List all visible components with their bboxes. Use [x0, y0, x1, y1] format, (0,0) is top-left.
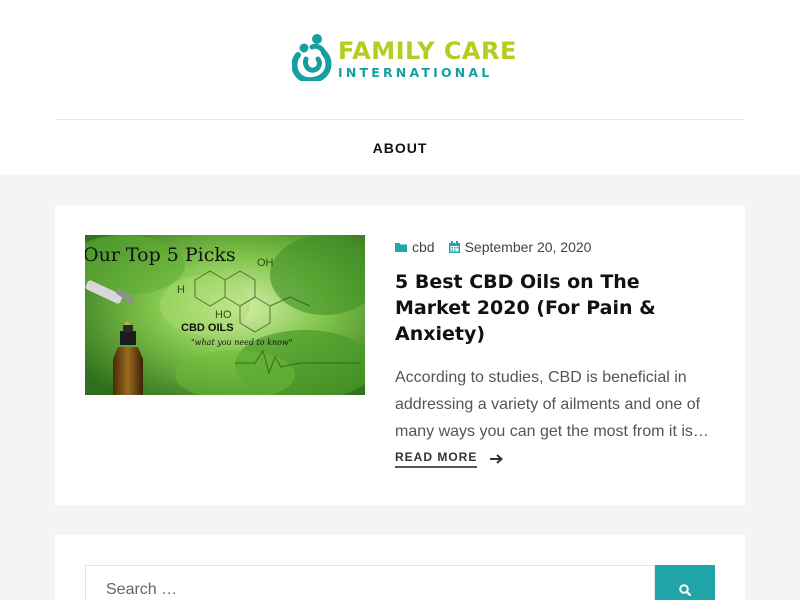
molecule-label-oh: OH	[257, 257, 274, 269]
image-label: CBD OILS	[181, 322, 234, 334]
read-more-link[interactable]: READ MORE	[395, 450, 478, 468]
post-meta: cbd September 20, 2020	[395, 235, 720, 259]
arrow-right-icon	[490, 454, 504, 464]
logo-wordmark-line2: INTERNATIONAL	[338, 65, 493, 80]
molecule-label-h: H	[177, 284, 185, 296]
post-thumbnail[interactable]: OH H HO Our Top 5 Picks CBD OILS "what y…	[85, 235, 365, 395]
molecule-label-ho: HO	[215, 309, 232, 321]
post-content: cbd September 20, 2020 5 Best CBD Oils o…	[395, 235, 720, 468]
calendar-icon	[448, 241, 460, 253]
image-heading: Our Top 5 Picks	[85, 244, 236, 266]
post-card: OH H HO Our Top 5 Picks CBD OILS "what y…	[55, 205, 745, 505]
read-more[interactable]: READ MORE	[395, 450, 504, 468]
folder-icon	[395, 243, 407, 252]
site-logo[interactable]: FAMILY CARE INTERNATIONAL	[292, 33, 516, 83]
post-category-label[interactable]: cbd	[412, 239, 435, 255]
search-icon	[679, 584, 691, 596]
nav-item-about[interactable]: ABOUT	[373, 140, 428, 156]
main-nav: ABOUT	[0, 120, 800, 175]
post-title[interactable]: 5 Best CBD Oils on The Market 2020 (For …	[395, 269, 720, 347]
post-date-label[interactable]: September 20, 2020	[465, 239, 592, 255]
post-category[interactable]: cbd	[395, 239, 435, 255]
search-button[interactable]	[655, 565, 715, 600]
post-date[interactable]: September 20, 2020	[448, 239, 592, 255]
family-hug-icon	[292, 34, 332, 81]
logo-wordmark-line1: FAMILY CARE	[338, 37, 517, 65]
image-tagline: "what you need to know"	[191, 338, 292, 347]
post-excerpt: According to studies, CBD is beneficial …	[395, 369, 709, 440]
search-input[interactable]	[85, 565, 655, 600]
search-widget	[55, 535, 745, 600]
cbd-oil-image: OH H HO Our Top 5 Picks CBD OILS "what y…	[85, 235, 365, 395]
